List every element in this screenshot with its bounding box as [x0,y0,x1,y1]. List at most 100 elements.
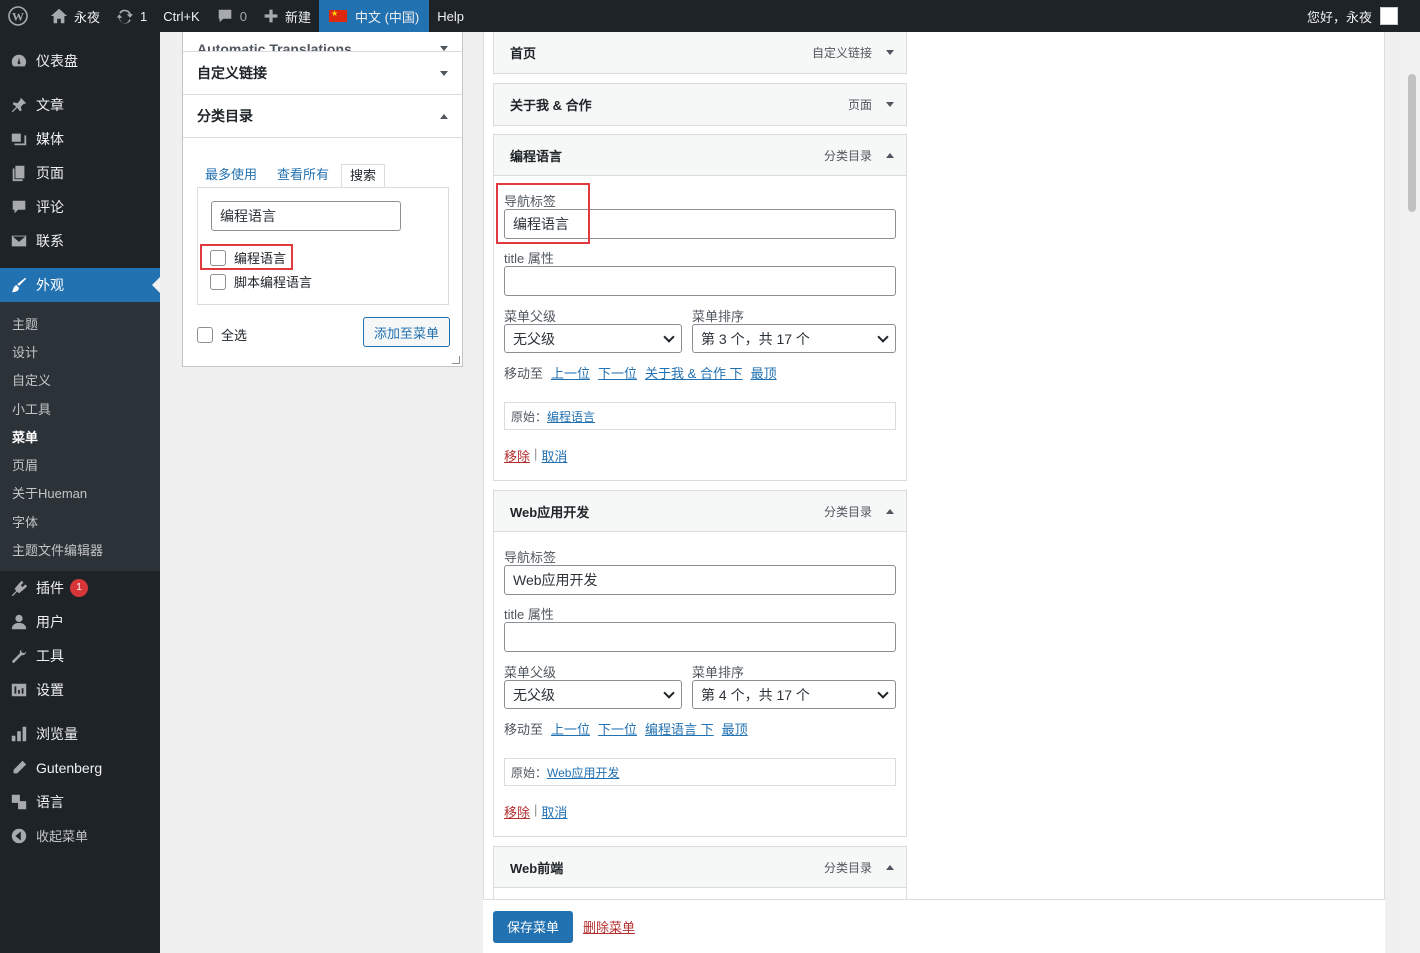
mail-icon [11,235,27,247]
sidebar-item-pages[interactable]: 页面 [0,156,160,190]
caret-down-icon[interactable] [886,50,894,55]
sidebar-item-gutenberg[interactable]: Gutenberg [0,751,160,785]
submenu-item-header[interactable]: 页眉 [0,450,160,478]
menu-item-handle[interactable]: 首页 自定义链接 [494,32,906,73]
original-link[interactable]: 编程语言 [547,408,595,425]
remove-link[interactable]: 移除 [504,446,530,465]
caret-up-icon[interactable] [886,152,894,158]
menu-item-handle[interactable]: Web应用开发 分类目录 [494,491,906,532]
settings-icon [11,683,27,696]
user-account[interactable]: 您好，永夜 [1307,7,1420,26]
scrollbar-thumb[interactable] [1408,74,1416,212]
sidebar-item-comments[interactable]: 评论 [0,190,160,224]
sidebar-item-languages[interactable]: 语言 [0,785,160,819]
site-name[interactable]: 永夜 [42,0,108,32]
menu-item-web-app-dev[interactable]: Web应用开发 分类目录 导航标签 title 属性 菜单父级 无父级 菜单排序… [493,490,907,837]
sidebar-item-users[interactable]: 用户 [0,605,160,639]
sidebar-label: 页面 [36,165,64,181]
move-top-link[interactable]: 最顶 [722,719,748,738]
menu-item-about[interactable]: 关于我 & 合作 页面 [493,83,907,126]
submenu-item-widgets[interactable]: 小工具 [0,394,160,422]
sidebar-item-views[interactable]: 浏览量 [0,717,160,751]
comments[interactable]: 0 [208,0,255,32]
move-top-link[interactable]: 最顶 [751,363,777,382]
submenu-item-fonts[interactable]: 字体 [0,507,160,535]
submenu-item-about-hueman[interactable]: 关于Hueman [0,479,160,507]
user-icon [11,614,27,629]
caret-up-icon[interactable] [886,864,894,870]
move-down-link[interactable]: 下一位 [598,363,637,382]
submenu-item-design[interactable]: 设计 [0,337,160,365]
menu-item-home[interactable]: 首页 自定义链接 [493,32,907,74]
parent-select[interactable]: 无父级 [504,324,682,353]
nav-label-input[interactable] [504,565,896,595]
sidebar-collapse[interactable]: 收起菜单 [0,819,160,853]
new-content[interactable]: 新建 [255,0,319,32]
accordion-categories[interactable]: 分类目录 [183,95,462,138]
shortcut[interactable]: Ctrl+K [155,0,207,32]
submenu-item-customize[interactable]: 自定义 [0,366,160,394]
move-up-link[interactable]: 上一位 [551,363,590,382]
tab-search[interactable]: 搜索 [341,164,386,188]
updates[interactable]: 1 [108,0,155,32]
add-to-menu-button[interactable]: 添加至菜单 [363,317,451,347]
cancel-link[interactable]: 取消 [541,802,567,821]
submenu-item-theme-editor[interactable]: 主题文件编辑器 [0,535,160,563]
accordion-custom-links[interactable]: 自定义链接 [183,52,462,95]
accordion-auto-translations[interactable]: Automatic Translations [183,32,462,52]
chevron-down-icon [877,330,889,343]
sidebar-item-media[interactable]: 媒体 [0,122,160,156]
result-checkbox-2[interactable] [210,273,226,290]
sidebar-label: 联系 [36,233,64,249]
menu-item-handle[interactable]: 关于我 & 合作 页面 [494,84,906,125]
help-link[interactable]: Help [429,0,472,32]
sidebar-item-posts[interactable]: 文章 [0,88,160,122]
caret-down-icon[interactable] [886,102,894,107]
media-icon [11,133,27,146]
parent-select[interactable]: 无父级 [504,680,682,709]
move-down-link[interactable]: 下一位 [598,719,637,738]
menu-item-title: 关于我 & 合作 [510,98,592,113]
move-under-link[interactable]: 编程语言 下 [645,719,714,738]
wp-logo[interactable]: W [0,0,42,32]
select-all-checkbox[interactable] [197,326,213,343]
title-attr-input[interactable] [504,266,896,296]
caret-up-icon[interactable] [886,508,894,514]
language-switcher[interactable]: 中文 (中国) [318,0,430,32]
remove-link[interactable]: 移除 [504,802,530,821]
order-select[interactable]: 第 3 个，共 17 个 [692,324,896,353]
sidebar-item-settings[interactable]: 设置 [0,673,160,707]
menu-item-title: Web前端 [510,860,564,876]
save-menu-button[interactable]: 保存菜单 [493,910,574,943]
title-attr-input[interactable] [504,622,896,652]
move-up-link[interactable]: 上一位 [551,719,590,738]
sidebar-item-appearance[interactable]: 外观 [0,268,160,302]
tab-view-all[interactable]: 查看所有 [269,163,337,187]
sidebar-item-dashboard[interactable]: 仪表盘 [0,44,160,78]
sidebar-item-contact[interactable]: 联系 [0,224,160,258]
page-icon [12,165,25,182]
sidebar-item-tools[interactable]: 工具 [0,639,160,673]
brush-icon [11,277,27,293]
page-scrollbar[interactable] [1404,32,1420,953]
move-under-link[interactable]: 关于我 & 合作 下 [645,363,743,382]
submenu-item-themes[interactable]: 主题 [0,309,160,337]
cancel-link[interactable]: 取消 [541,446,567,465]
category-search-input[interactable] [211,201,401,231]
menu-item-handle[interactable]: Web前端 分类目录 [494,847,906,888]
updates-count: 1 [140,8,148,24]
resize-handle-icon[interactable] [452,356,460,364]
submenu-item-menus[interactable]: 菜单 [0,422,160,450]
accordion-title: 分类目录 [197,108,253,124]
comment-icon [12,200,26,214]
menu-item-handle[interactable]: 编程语言 分类目录 [494,135,906,176]
tab-most-used[interactable]: 最多使用 [197,163,265,187]
sidebar-item-plugins[interactable]: 插件 1 [0,571,160,605]
nav-label-caption: 导航标签 [504,550,557,565]
delete-menu-link[interactable]: 删除菜单 [583,917,635,936]
menu-item-web-frontend[interactable]: Web前端 分类目录 [493,846,907,900]
order-value: 第 4 个，共 17 个 [701,686,810,703]
order-select[interactable]: 第 4 个，共 17 个 [692,680,896,709]
original-link-box: 原始： 编程语言 [504,402,896,430]
original-link[interactable]: Web应用开发 [547,764,619,781]
